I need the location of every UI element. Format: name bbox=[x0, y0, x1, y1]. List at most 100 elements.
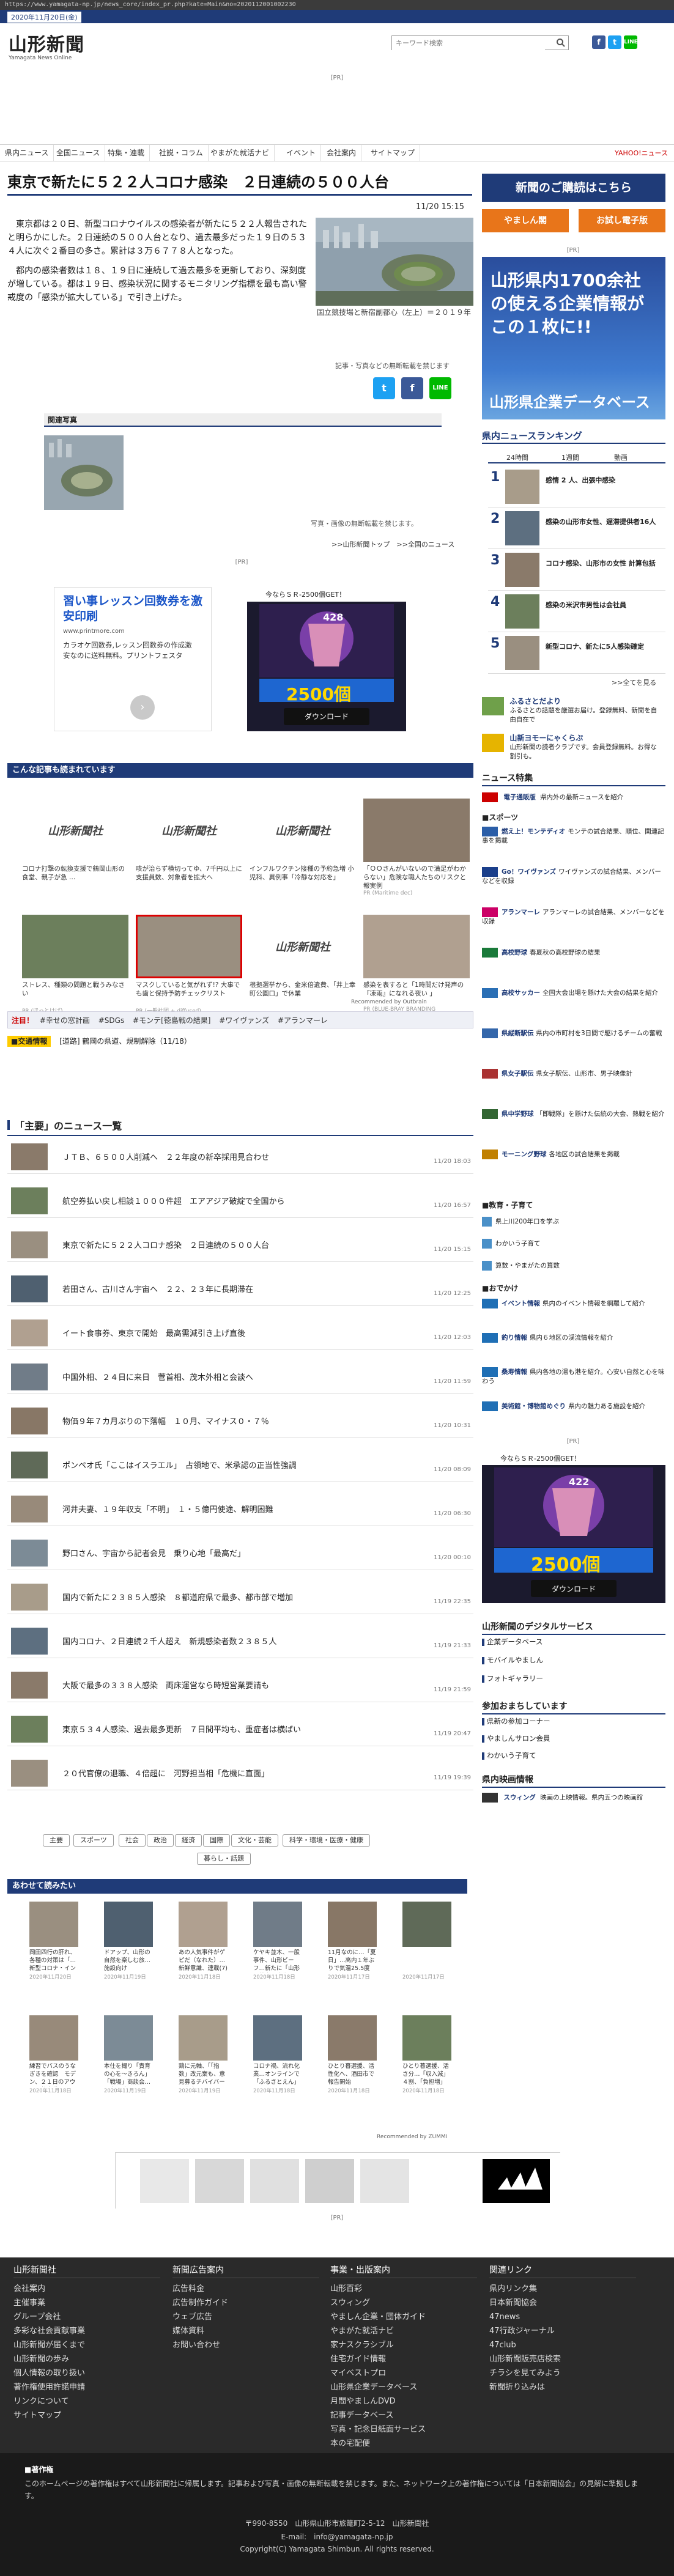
news-title[interactable]: ＪＴＢ、６５００人削減へ ２２年度の新卒採用見合わせ bbox=[62, 1151, 269, 1162]
edu-item[interactable]: 県上川200年口を学ぶ bbox=[482, 1217, 665, 1227]
news-title[interactable]: 大阪で最多の３３８人感染 両床運営なら時短営業要請も bbox=[62, 1679, 269, 1691]
ranking-tab-24h[interactable]: 24時間 bbox=[506, 452, 528, 462]
odekake-item[interactable]: 美術館・博物館めぐり 県内の魅力ある施設を紹介 bbox=[482, 1401, 665, 1411]
sports-item[interactable]: 県女子駅伝 県女子駅伝、山形市、男子映像計 bbox=[482, 1069, 665, 1079]
sports-item[interactable]: 高校野球 春夏秋の高校野球の結果 bbox=[482, 948, 665, 958]
site-logo[interactable]: 山形新聞 Yamagata News Online bbox=[9, 29, 84, 61]
line-icon[interactable]: LINE bbox=[624, 35, 638, 49]
sports-item[interactable]: Go！ワイヴァンズ ワイヴァンズの試合結果、メンバーなどを収録 bbox=[482, 867, 665, 886]
news-title[interactable]: 国内コロナ、２日連続２千人超え 新規感染者数２３８５人 bbox=[62, 1635, 276, 1647]
news-title[interactable]: 東京５３４人感染、過去最多更新 ７日間平均も、重症者は横ばい bbox=[62, 1723, 301, 1735]
tag-link[interactable]: #モンテ[徳島戦の結果] bbox=[133, 1016, 210, 1025]
footer-link[interactable]: 家ナスクラシブル bbox=[330, 2338, 477, 2352]
category-button[interactable]: 文化・芸能 bbox=[231, 1834, 278, 1847]
awasete-card[interactable]: ケヤキ並木、一般事件、山形ビーフ…新たに「山形工芸家の肖像」 2020年11月18… bbox=[253, 1902, 302, 1980]
odekake-item[interactable]: 桑寿情報 県内各地の湯も港を紹介。心安い自然と心を味わう bbox=[482, 1367, 665, 1386]
category-button[interactable]: 経済 bbox=[175, 1834, 202, 1847]
footer-link[interactable]: 多彩な社会貢献事業 bbox=[13, 2324, 160, 2338]
recommend-card[interactable]: 山形新聞社 コロナ打撃の転換支援で鶴岡山形の食堂、親子が急 … bbox=[22, 799, 128, 890]
recommend-card[interactable]: 山形新聞社 咳が治らず横切ってゆ、7千円以上に 支援員数、対象者を拡大へ bbox=[136, 799, 242, 890]
odekake-item[interactable]: 釣り情報 県内６地区の渓流情報を紹介 bbox=[482, 1333, 665, 1343]
news-title[interactable]: 若田さん、古川さん宇宙へ ２２、２３年に長期滞在 bbox=[62, 1283, 253, 1294]
related-photo[interactable] bbox=[44, 435, 124, 510]
footer-link[interactable]: お問い合わせ bbox=[172, 2338, 319, 2352]
tag-link[interactable]: #ワイヴァンズ bbox=[219, 1016, 269, 1025]
sports-item[interactable]: 県中学野球 「即戦隊」を懸けた伝統の大会、熱戦を紹介 bbox=[482, 1109, 665, 1119]
footer-link[interactable]: 日本新聞協会 bbox=[489, 2296, 636, 2310]
news-row[interactable]: 河井夫妻、１９年収支「不明」 １・５億円使途、解明困難 11/20 06:30 bbox=[7, 1492, 473, 1526]
subscribe-banner[interactable]: 新聞のご購読はこちら bbox=[482, 174, 665, 202]
event-item[interactable]: 県新の参加コーナー bbox=[482, 1717, 665, 1726]
search-input[interactable] bbox=[392, 36, 545, 50]
nav-item[interactable]: 社説・コラム bbox=[154, 145, 209, 161]
footer-email[interactable]: E-mail: info@yamagata-np.jp bbox=[0, 2531, 674, 2542]
news-row[interactable]: 東京で新たに５２２人コロナ感染 ２日連続の５００人台 11/20 15:15 bbox=[7, 1228, 473, 1262]
ranking-item[interactable]: 4 感染の米沢市男性は会社員 bbox=[488, 592, 665, 632]
search-icon[interactable] bbox=[556, 38, 566, 48]
news-row[interactable]: 若田さん、古川さん宇宙へ ２２、２３年に長期滞在 11/20 12:25 bbox=[7, 1272, 473, 1306]
recommend-card[interactable]: ストレス、種類の問題と戦うみなさいPR (ほっとけば) bbox=[22, 915, 128, 1014]
nav-item[interactable]: 特集・連載 bbox=[103, 145, 150, 161]
footer-link[interactable]: 月間やましんDVD bbox=[330, 2394, 477, 2408]
sports-item[interactable]: 高校サッカー 全国大会出場を懸けた大会の結果を紹介 bbox=[482, 988, 665, 998]
chevron-right-icon[interactable]: › bbox=[130, 695, 155, 720]
ranking-tab-week[interactable]: 1週間 bbox=[561, 452, 579, 462]
news-title[interactable]: 国内で新たに２３８５人感染 ８都道府県で最多、都市部で増加 bbox=[62, 1591, 293, 1603]
ad-adidas-banner[interactable] bbox=[115, 2152, 561, 2209]
nav-item[interactable]: 全国ニュース bbox=[51, 145, 106, 161]
recommend-card[interactable]: 「ＯＯさんがいないので満足がわからない」危険な職人たちのリスクと報実例 PR (M… bbox=[363, 799, 470, 896]
recommend-card[interactable]: マスクしていると気がれず!? 大事でも歯と保持予防チェックリストPR (一般社団… bbox=[136, 915, 242, 1014]
traffic-link[interactable]: [道路] 鶴岡の県道、規制解除（11/18） bbox=[59, 1037, 191, 1046]
related-links[interactable]: >>山形新聞トップ >>全国のニュース bbox=[331, 539, 454, 549]
category-button[interactable]: 国際 bbox=[203, 1834, 230, 1847]
sports-item[interactable]: 県縦断駅伝 県内の市町村を3日間で駆けるチームの奮戦 bbox=[482, 1028, 665, 1038]
news-row[interactable]: 国内で新たに２３８５人感染 ８都道府県で最多、都市部で増加 11/19 22:35 bbox=[7, 1580, 473, 1614]
share-twitter-icon[interactable]: t bbox=[373, 377, 395, 399]
tag-link[interactable]: #SDGs bbox=[98, 1016, 124, 1025]
news-title[interactable]: ２０代官僚の退職、４倍超に 河野担当相「危機に直面」 bbox=[62, 1767, 269, 1779]
awasete-card[interactable]: 本仕を撮り「責育の心を〜きろん」「戦場」商談会…県産の味… 2020年11月19日 bbox=[104, 2015, 153, 2094]
news-row[interactable]: 大阪で最多の３３８人感染 両床運営なら時短営業要請も 11/19 21:59 bbox=[7, 1668, 473, 1702]
footer-link[interactable]: 主催事業 bbox=[13, 2296, 160, 2310]
awasete-card[interactable]: あの人気事件がゲピだ（なれた）…新鮮意識、連載(7) 2020年11月18日 bbox=[179, 1902, 228, 1980]
footer-link[interactable]: 広告料金 bbox=[172, 2282, 319, 2296]
news-row[interactable]: 中国外相、２４日に来日 菅首相、茂木外相と会談へ 11/20 11:59 bbox=[7, 1360, 473, 1394]
footer-link[interactable]: 山形新聞が届くまで bbox=[13, 2338, 160, 2352]
footer-link[interactable]: ウェブ広告 bbox=[172, 2310, 319, 2324]
edu-item[interactable]: 算数・やまがたの算数 bbox=[482, 1261, 665, 1271]
download-button[interactable]: ダウンロード bbox=[284, 711, 369, 722]
news-row[interactable]: ポンペオ氏「ここはイスラエル」 占領地で、米承認の正当性強調 11/20 08:0… bbox=[7, 1448, 473, 1482]
browser-url-bar[interactable]: https://www.yamagata-np.jp/news_core/ind… bbox=[0, 0, 674, 10]
event-item[interactable]: やましんサロン会員 bbox=[482, 1734, 665, 1743]
furusato-dayori-link[interactable]: ふるさとだより ふるさとの話題を厳選お届け。登録無料、新聞を自由自在で bbox=[482, 697, 665, 725]
news-title[interactable]: ポンペオ氏「ここはイスラエル」 占領地で、米承認の正当性強調 bbox=[62, 1459, 297, 1471]
nav-item[interactable]: サイトマップ bbox=[366, 145, 421, 161]
news-row[interactable]: 航空券払い戻し相談１０００件超 エアアジア破綻で全国から 11/20 16:57 bbox=[7, 1184, 473, 1218]
ad-title[interactable]: 習い事レッスン回数券を激安印刷 bbox=[63, 594, 204, 624]
footer-link[interactable]: 47club bbox=[489, 2338, 636, 2352]
share-line-icon[interactable]: LINE bbox=[429, 377, 451, 399]
digital-item[interactable]: モバイルやましん bbox=[482, 1656, 665, 1665]
news-row[interactable]: 国内コロナ、２日連続２千人超え 新規感染者数２３８５人 11/19 21:33 bbox=[7, 1624, 473, 1658]
recommend-card[interactable]: 山形新聞社 インフルワクチン接種の予約急増 小児科、異例事「冷静な対応を」 bbox=[250, 799, 356, 890]
footer-link[interactable]: やまがた就活ナビ bbox=[330, 2324, 477, 2338]
footer-link[interactable]: 写真・記念日紙面サービス bbox=[330, 2423, 477, 2437]
sidebar-game-ad[interactable]: 今ならＳＲ-2500個GET！ 422 2500個 ダウンロード bbox=[482, 1450, 665, 1603]
article-photo[interactable] bbox=[316, 218, 473, 306]
news-title[interactable]: 中国外相、２４日に来日 菅首相、茂木外相と会談へ bbox=[62, 1371, 253, 1382]
yahoo-news-link[interactable]: YAHOO!ニュース bbox=[615, 148, 668, 158]
ranking-item[interactable]: 2 感染の山形市女性、遅滞提供者16人 bbox=[488, 509, 665, 549]
awasete-card[interactable]: ひとり暮選援、活性化へ、酒田市で報告開始 2020年11月18日 bbox=[328, 2015, 377, 2094]
recommend-card[interactable]: 山形新聞社 根拠選挙から、金米倍遺費、「井上幸町公園口」で休業 bbox=[250, 915, 356, 1006]
awasete-card[interactable]: 11月なのに…「夏日」…高内１年ぶりで気温25.5度 2020年11月17日 bbox=[328, 1902, 377, 1980]
news-title[interactable]: 東京で新たに５２２人コロナ感染 ２日連続の５００人台 bbox=[62, 1239, 269, 1250]
category-button[interactable]: 暮らし・話題 bbox=[197, 1853, 251, 1865]
ranking-item[interactable]: 5 新型コロナ、新たに5人感染確定 bbox=[488, 633, 665, 674]
sports-item[interactable]: 燃え上！モンテディオ モンテの試合結果、順位、関連記事を掲載 bbox=[482, 827, 665, 846]
footer-link[interactable]: グループ会社 bbox=[13, 2310, 160, 2324]
news-title[interactable]: 河井夫妻、１９年収支「不明」 １・５億円使途、解明困難 bbox=[62, 1503, 273, 1515]
footer-link[interactable]: 県内リンク集 bbox=[489, 2282, 636, 2296]
news-row[interactable]: ２０代官僚の退職、４倍超に 河野担当相「危機に直面」 11/19 19:39 bbox=[7, 1756, 473, 1790]
awasete-card[interactable]: 岡田四行の肝れ、各種の対策は「…新型コロナ・インフル」 2020年11月20日 bbox=[29, 1902, 78, 1980]
tag-link[interactable]: #アランマーレ bbox=[278, 1016, 328, 1025]
